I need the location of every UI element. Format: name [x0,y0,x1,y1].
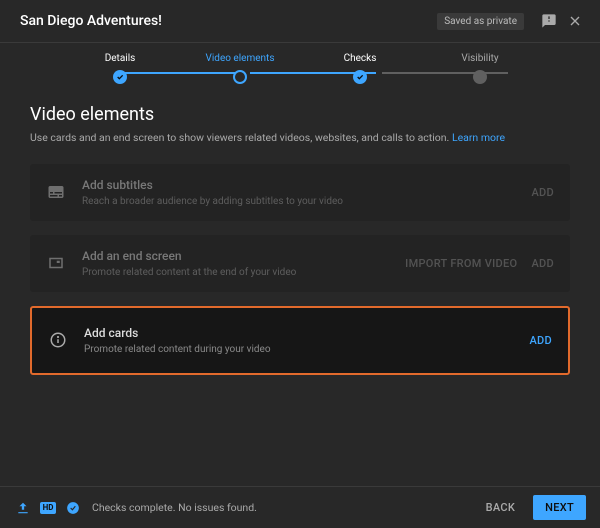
saved-as-private-badge: Saved as private [437,13,524,30]
feedback-icon[interactable] [538,10,560,32]
back-button[interactable]: BACK [474,495,528,520]
step-details[interactable]: Details [60,53,180,84]
subtitles-icon [46,182,66,202]
card-title: Add an end screen [82,249,405,263]
add-subtitles-button[interactable]: ADD [531,186,554,199]
video-title: San Diego Adventures! [20,13,437,29]
section-title: Video elements [30,104,570,125]
info-icon [48,330,68,350]
card-desc: Reach a broader audience by adding subti… [82,196,531,207]
hd-badge: HD [40,502,56,514]
upload-icon[interactable] [14,499,32,517]
section-subtitle-text: Use cards and an end screen to show view… [30,131,452,144]
card-title: Add cards [84,326,529,340]
card-desc: Promote related content during your vide… [84,344,529,355]
card-add-end-screen: Add an end screen Promote related conten… [30,235,570,292]
end-screen-icon [46,253,66,273]
checks-complete-icon [64,499,82,517]
step-checks[interactable]: Checks [300,53,420,84]
card-desc: Promote related content at the end of yo… [82,267,405,278]
add-cards-button[interactable]: ADD [529,334,552,347]
upload-dialog: San Diego Adventures! Saved as private D… [0,0,600,528]
import-from-video-button[interactable]: IMPORT FROM VIDEO [405,257,517,270]
learn-more-link[interactable]: Learn more [452,131,505,144]
step-video-elements[interactable]: Video elements [180,53,300,84]
step-visibility[interactable]: Visibility [420,53,540,84]
dialog-footer: HD Checks complete. No issues found. BAC… [0,486,600,528]
section-subtitle: Use cards and an end screen to show view… [30,131,570,146]
card-title: Add subtitles [82,178,531,192]
card-add-cards: Add cards Promote related content during… [30,306,570,375]
close-icon[interactable] [564,10,586,32]
stepper: Details Video elements Checks Visibility [0,43,600,92]
dialog-header: San Diego Adventures! Saved as private [0,0,600,43]
next-button[interactable]: NEXT [533,495,586,520]
add-end-screen-button[interactable]: ADD [531,257,554,270]
card-add-subtitles: Add subtitles Reach a broader audience b… [30,164,570,221]
footer-status-text: Checks complete. No issues found. [92,501,257,514]
content-area: Video elements Use cards and an end scre… [0,92,600,486]
